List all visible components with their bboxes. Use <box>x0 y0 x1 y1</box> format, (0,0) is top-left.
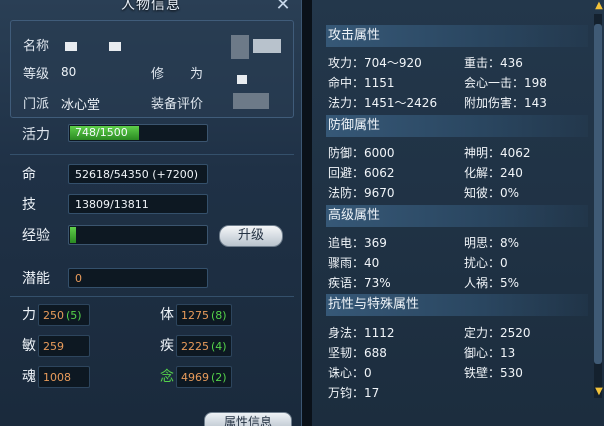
cultivation-label: 修 为 <box>151 67 204 82</box>
gear-rating-redacted <box>233 93 269 109</box>
name-redacted <box>65 42 77 51</box>
resist-item: 诛心：0 <box>328 366 372 380</box>
stat-value-swiftness: 2225 (4) <box>181 340 227 353</box>
attack-item: 重击：436 <box>464 56 523 70</box>
scroll-thumb[interactable] <box>594 24 602 364</box>
potential-label: 潜能 <box>22 271 50 287</box>
advanced-item: 扰心：0 <box>464 256 508 270</box>
panel-gap <box>302 0 312 426</box>
advanced-item: 骤雨：40 <box>328 256 380 270</box>
scrollbar[interactable] <box>594 14 602 398</box>
potential-value: 0 <box>75 272 82 285</box>
level-label: 等级 <box>23 67 50 82</box>
attack-item: 攻力：704～920 <box>328 56 422 70</box>
defense-item: 知彼：0% <box>464 186 520 200</box>
attack-item: 命中：1151 <box>328 76 395 90</box>
window-title: 人物信息 <box>121 0 181 13</box>
section-advanced-header: 高级属性 <box>326 205 588 227</box>
resist-item: 定力：2520 <box>464 326 531 340</box>
resist-item: 御心：13 <box>464 346 516 360</box>
defense-item: 神明：4062 <box>464 146 531 160</box>
stat-label-agility: 敏 <box>22 338 36 354</box>
stat-field-mind: 4969 (2) <box>176 366 232 388</box>
resist-item: 坚韧：688 <box>328 346 387 360</box>
section-defense-header: 防御属性 <box>326 115 588 137</box>
section-resist-header: 抗性与特殊属性 <box>326 294 588 316</box>
exp-bar <box>68 225 208 245</box>
avatar-redacted-2 <box>253 39 281 53</box>
exp-label: 经验 <box>22 228 50 244</box>
sect-label: 门派 <box>23 97 50 112</box>
stat-field-agility: 259 <box>38 335 90 357</box>
life-field: 52618/54350 (+7200) <box>68 164 208 184</box>
stat-value-physique: 1275 (8) <box>181 309 227 322</box>
upgrade-button[interactable]: 升级 <box>219 225 283 247</box>
name-redacted-2 <box>109 42 121 51</box>
vitality-label: 活力 <box>22 127 50 143</box>
name-label: 名称 <box>23 39 50 54</box>
attack-item: 附加伤害：143 <box>464 96 547 110</box>
stat-label-swiftness: 疾 <box>160 338 174 354</box>
skill-field: 13809/13811 <box>68 194 208 214</box>
stat-label-strength: 力 <box>22 307 36 323</box>
advanced-item: 疾语：73% <box>328 276 391 290</box>
defense-item: 防御：6000 <box>328 146 395 160</box>
section-attack-header: 攻击属性 <box>326 25 588 47</box>
avatar-redacted <box>231 35 249 59</box>
vitality-value: 748/1500 <box>75 126 128 139</box>
life-label: 命 <box>22 167 36 183</box>
arrow-up-icon[interactable]: ▲ <box>594 0 604 12</box>
potential-field: 0 <box>68 268 208 288</box>
sect-value: 冰心堂 <box>61 98 101 113</box>
cultivation-redacted <box>237 75 247 84</box>
close-icon[interactable]: ✕ <box>273 0 293 16</box>
defense-item: 法防：9670 <box>328 186 395 200</box>
advanced-item: 明思：8% <box>464 236 520 250</box>
resist-item: 身法：1112 <box>328 326 395 340</box>
stat-label-physique: 体 <box>160 307 174 323</box>
arrow-down-icon[interactable]: ▼ <box>594 386 604 398</box>
divider <box>10 154 294 155</box>
attack-item: 法力：1451～2426 <box>328 96 438 110</box>
stat-field-soul: 1008 <box>38 366 90 388</box>
stat-value-mind: 4969 (2) <box>181 371 227 384</box>
skill-label: 技 <box>22 197 36 213</box>
gear-rating-label: 装备评价 <box>151 97 204 112</box>
resist-item: 铁壁：530 <box>464 366 523 380</box>
stat-label-soul: 魂 <box>22 369 36 385</box>
stat-field-physique: 1275 (8) <box>176 304 232 326</box>
level-value: 80 <box>61 65 77 79</box>
defense-item: 回避：6062 <box>328 166 395 180</box>
advanced-item: 人祸：5% <box>464 276 520 290</box>
life-value: 52618/54350 (+7200) <box>75 168 198 181</box>
stat-value-agility: 259 <box>43 340 64 353</box>
defense-item: 化解：240 <box>464 166 523 180</box>
attack-item: 会心一击：198 <box>464 76 547 90</box>
attribute-info-button[interactable]: 属性信息 <box>204 412 292 426</box>
stat-value-soul: 1008 <box>43 371 71 384</box>
vitality-bar: 748/1500 <box>68 124 208 142</box>
resist-item: 万钧：17 <box>328 386 380 400</box>
stat-field-swiftness: 2225 (4) <box>176 335 232 357</box>
profile-box: 名称 等级 80 修 为 门派 冰心堂 装备评价 <box>10 20 294 118</box>
character-info-panel: 人物信息 ✕ 名称 等级 80 修 为 门派 冰心堂 装备评价 活力 748/1… <box>0 0 302 426</box>
skill-value: 13809/13811 <box>75 198 149 211</box>
stat-value-strength: 250 (5) <box>43 309 82 322</box>
divider <box>10 296 294 297</box>
stat-label-mind: 念 <box>160 369 174 385</box>
advanced-item: 追电：369 <box>328 236 387 250</box>
stat-field-strength: 250 (5) <box>38 304 90 326</box>
exp-bar-fill <box>70 227 76 243</box>
